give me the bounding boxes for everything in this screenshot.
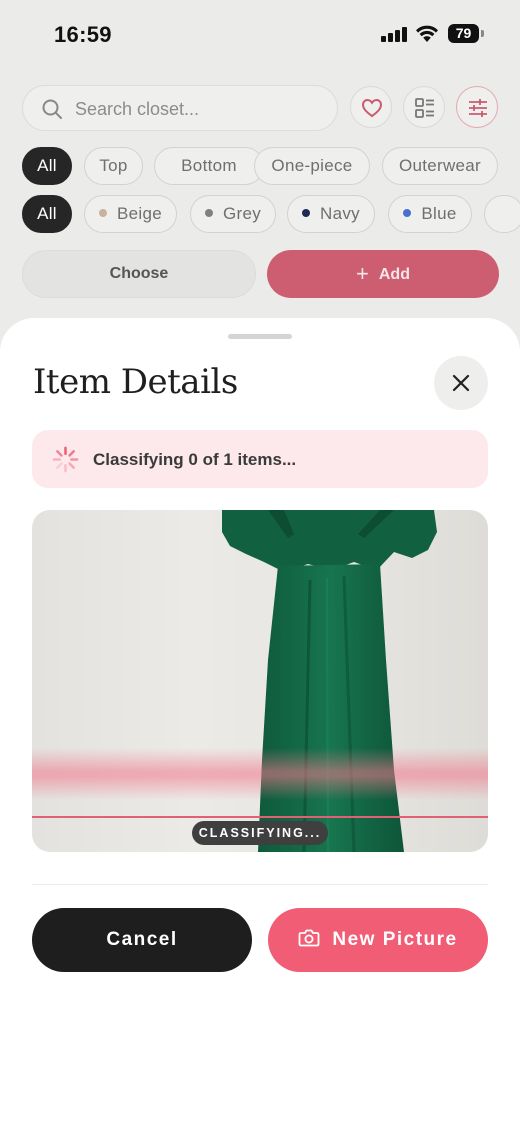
layout-toggle-button[interactable] (403, 86, 445, 128)
color-chip-more[interactable] (484, 195, 520, 233)
filter-button[interactable] (456, 86, 498, 128)
cancel-button[interactable]: Cancel (32, 908, 252, 972)
battery-tip (481, 30, 484, 37)
camera-icon (298, 929, 320, 947)
close-icon (452, 374, 470, 392)
navy-swatch (302, 209, 311, 217)
color-chip-beige[interactable]: Beige (84, 195, 177, 233)
sheet-title: Item Details (33, 362, 238, 402)
plus-icon: + (356, 261, 369, 286)
grey-swatch (204, 209, 213, 217)
list-grid-icon (415, 98, 434, 118)
color-filter-row: All Beige Grey Navy Blue (22, 195, 520, 233)
sliders-icon (469, 99, 487, 117)
color-chip-grey[interactable]: Grey (190, 195, 276, 233)
spinner-icon (52, 446, 79, 473)
green-dress-image (222, 510, 437, 852)
color-chip-label: Beige (117, 204, 162, 223)
scan-line (32, 816, 488, 818)
choose-button[interactable]: Choose (22, 250, 256, 298)
search-placeholder: Search closet... (75, 99, 200, 119)
wifi-icon (416, 25, 438, 42)
color-chip-navy[interactable]: Navy (287, 195, 375, 233)
scan-highlight-band (32, 748, 488, 800)
divider (32, 884, 488, 885)
heart-icon (361, 98, 383, 118)
favorites-button[interactable] (350, 86, 392, 128)
beige-swatch (99, 209, 107, 217)
blue-swatch (403, 209, 412, 217)
new-picture-button[interactable]: New Picture (268, 908, 488, 972)
search-icon (42, 99, 62, 119)
item-details-sheet: Item Details Classifying 0 of 1 items... (0, 318, 520, 1126)
scan-status-label: CLASSIFYING... (192, 821, 328, 845)
status-bar: 16:59 79 (0, 0, 520, 70)
category-filter-row: All Top Bottom One-piece Outerwear (22, 147, 520, 185)
item-photo: CLASSIFYING... (32, 510, 488, 852)
add-button[interactable]: + Add (267, 250, 499, 298)
classification-progress-banner: Classifying 0 of 1 items... (32, 430, 488, 488)
close-button[interactable] (434, 356, 488, 410)
add-button-label: Add (378, 266, 410, 283)
closet-header: Search closet... All Top Bottom One-piec… (0, 70, 520, 330)
sheet-grabber[interactable] (228, 334, 292, 339)
new-picture-label: New Picture (332, 929, 458, 950)
category-chip-top[interactable]: Top (84, 147, 143, 185)
battery-icon: 79 (448, 24, 479, 43)
color-chip-all[interactable]: All (22, 195, 72, 233)
category-chip-all[interactable]: All (22, 147, 72, 185)
color-chip-label: Navy (320, 204, 360, 223)
category-chip-bottom[interactable]: Bottom (154, 147, 264, 185)
category-chip-one-piece[interactable]: One-piece (254, 147, 370, 185)
search-input[interactable]: Search closet... (22, 85, 338, 131)
progress-text: Classifying 0 of 1 items... (93, 450, 297, 469)
category-chip-outerwear[interactable]: Outerwear (382, 147, 498, 185)
cellular-signal-icon (381, 26, 407, 42)
status-time: 16:59 (54, 22, 112, 47)
color-chip-label: Blue (421, 204, 457, 223)
color-chip-blue[interactable]: Blue (388, 195, 472, 233)
color-chip-label: Grey (222, 204, 262, 223)
